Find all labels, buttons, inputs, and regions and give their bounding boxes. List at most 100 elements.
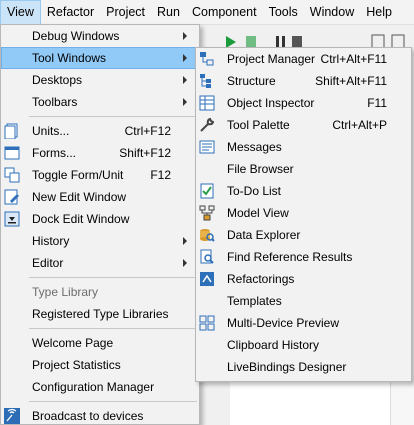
tool-palette-icon	[199, 117, 215, 133]
model-view-icon	[199, 205, 215, 221]
menubar-item-tools[interactable]: Tools	[263, 0, 304, 25]
menu-item-label: Refactorings	[227, 272, 295, 286]
submenu-arrow-icon	[183, 54, 187, 62]
menu-item-refactorings[interactable]: Refactorings	[196, 268, 411, 290]
menu-item-file-browser[interactable]: File Browser	[196, 158, 411, 180]
multi-device-preview-icon	[199, 315, 215, 331]
submenu-arrow-icon	[183, 76, 187, 84]
menu-item-broadcast-to-devices[interactable]: Broadcast to devices	[1, 405, 199, 425]
menu-item-label: Find Reference Results	[227, 250, 353, 264]
menu-item-label: Structure	[227, 74, 276, 88]
menu-item-shortcut: F12	[150, 168, 171, 182]
menu-item-units[interactable]: Units... Ctrl+F12	[1, 120, 199, 142]
object-inspector-icon	[199, 95, 215, 111]
menu-item-toggle-form-unit[interactable]: Toggle Form/Unit F12	[1, 164, 199, 186]
menu-item-label: Model View	[227, 206, 289, 220]
menu-item-label: Debug Windows	[32, 29, 120, 43]
data-explorer-icon	[199, 227, 215, 243]
menu-item-object-inspector[interactable]: Object Inspector F11	[196, 92, 411, 114]
menu-item-toolbars[interactable]: Toolbars	[1, 91, 199, 113]
submenu-arrow-icon	[183, 237, 187, 245]
menu-item-label: Toolbars	[32, 95, 78, 109]
menu-item-label: Forms...	[32, 146, 76, 160]
toggle-form-unit-icon	[4, 167, 20, 183]
menu-item-editor[interactable]: Editor	[1, 252, 199, 274]
project-manager-icon	[199, 51, 215, 67]
menu-item-model-view[interactable]: Model View	[196, 202, 411, 224]
view-menu: Debug Windows Tool Windows Desktops Toolbar…	[0, 24, 200, 425]
menu-item-label: Project Statistics	[32, 358, 121, 372]
find-reference-icon	[199, 249, 215, 265]
menu-item-label: Units...	[32, 124, 70, 138]
refactorings-icon	[199, 271, 215, 287]
menu-item-clipboard-history[interactable]: Clipboard History	[196, 334, 411, 356]
units-icon	[4, 123, 20, 140]
menu-item-registered-type-libraries[interactable]: Registered Type Libraries	[1, 303, 199, 325]
menu-item-desktops[interactable]: Desktops	[1, 69, 199, 91]
menu-item-forms[interactable]: Forms... Shift+F12	[1, 142, 199, 164]
menu-item-shortcut: Ctrl+Alt+F11	[320, 52, 387, 66]
menu-item-tool-windows[interactable]: Tool Windows	[1, 47, 199, 69]
menu-item-label: To-Do List	[227, 184, 282, 198]
menu-item-label: History	[32, 234, 70, 248]
menu-item-shortcut: Shift+Alt+F11	[315, 74, 387, 88]
menu-item-label: Multi-Device Preview	[227, 316, 340, 330]
menu-item-find-reference-results[interactable]: Find Reference Results	[196, 246, 411, 268]
menu-item-configuration-manager[interactable]: Configuration Manager	[1, 376, 199, 398]
new-edit-window-icon	[4, 189, 20, 205]
menu-item-label: Desktops	[32, 73, 83, 87]
menu-item-livebindings-designer[interactable]: LiveBindings Designer	[196, 356, 411, 378]
menu-item-label: Configuration Manager	[32, 380, 155, 394]
menu-item-label: Data Explorer	[227, 228, 301, 242]
menu-item-dock-edit-window[interactable]: Dock Edit Window	[1, 208, 199, 230]
submenu-arrow-icon	[183, 32, 187, 40]
menubar-item-window[interactable]: Window	[304, 0, 360, 25]
menu-item-structure[interactable]: Structure Shift+Alt+F11	[196, 70, 411, 92]
menu-item-label: File Browser	[227, 162, 294, 176]
menu-item-label: Registered Type Libraries	[32, 307, 169, 321]
menu-item-to-do-list[interactable]: To-Do List	[196, 180, 411, 202]
menu-item-new-edit-window[interactable]: New Edit Window	[1, 186, 199, 208]
menu-item-messages[interactable]: Messages	[196, 136, 411, 158]
menubar-item-project[interactable]: Project	[100, 0, 151, 25]
menu-item-label: Dock Edit Window	[32, 212, 130, 226]
menu-item-shortcut: F11	[367, 96, 387, 110]
menu-item-shortcut: Ctrl+Alt+P	[332, 118, 387, 132]
menu-item-label: Object Inspector	[227, 96, 315, 110]
dock-edit-window-icon	[4, 211, 20, 227]
menu-item-label: Messages	[227, 140, 282, 154]
menubar-item-view[interactable]: View	[0, 0, 41, 25]
menu-item-welcome-page[interactable]: Welcome Page	[1, 332, 199, 354]
tool-windows-submenu: Project Manager Ctrl+Alt+F11 Structure Shif…	[195, 47, 412, 382]
menu-item-shortcut: Shift+F12	[119, 146, 171, 160]
menu-item-data-explorer[interactable]: Data Explorer	[196, 224, 411, 246]
menu-item-project-manager[interactable]: Project Manager Ctrl+Alt+F11	[196, 48, 411, 70]
forms-icon	[4, 145, 20, 161]
menu-item-label: Editor	[32, 256, 64, 270]
menu-item-label: Broadcast to devices	[32, 409, 144, 423]
menu-item-label: Tool Palette	[227, 118, 290, 132]
menu-separator	[29, 401, 197, 402]
menu-item-project-statistics[interactable]: Project Statistics	[1, 354, 199, 376]
menu-item-multi-device-preview[interactable]: Multi-Device Preview	[196, 312, 411, 334]
menu-item-label: Type Library	[32, 285, 99, 299]
todo-list-icon	[199, 183, 215, 199]
menu-separator	[29, 328, 197, 329]
menu-item-templates[interactable]: Templates	[196, 290, 411, 312]
broadcast-icon	[4, 408, 20, 424]
menu-item-tool-palette[interactable]: Tool Palette Ctrl+Alt+P	[196, 114, 411, 136]
submenu-arrow-icon	[183, 259, 187, 267]
menu-item-label: Templates	[227, 294, 282, 308]
menu-item-shortcut: Ctrl+F12	[124, 124, 171, 138]
menu-item-label: LiveBindings Designer	[227, 360, 347, 374]
menubar-item-run[interactable]: Run	[151, 0, 186, 25]
structure-icon	[199, 73, 215, 89]
menu-item-history[interactable]: History	[1, 230, 199, 252]
menubar-item-refactor[interactable]: Refactor	[41, 0, 100, 25]
menu-item-label: Clipboard History	[227, 338, 320, 352]
menubar-item-component[interactable]: Component	[186, 0, 263, 25]
menu-item-label: New Edit Window	[32, 190, 127, 204]
submenu-arrow-icon	[183, 98, 187, 106]
menu-item-debug-windows[interactable]: Debug Windows	[1, 25, 199, 47]
menubar-item-help[interactable]: Help	[360, 0, 398, 25]
